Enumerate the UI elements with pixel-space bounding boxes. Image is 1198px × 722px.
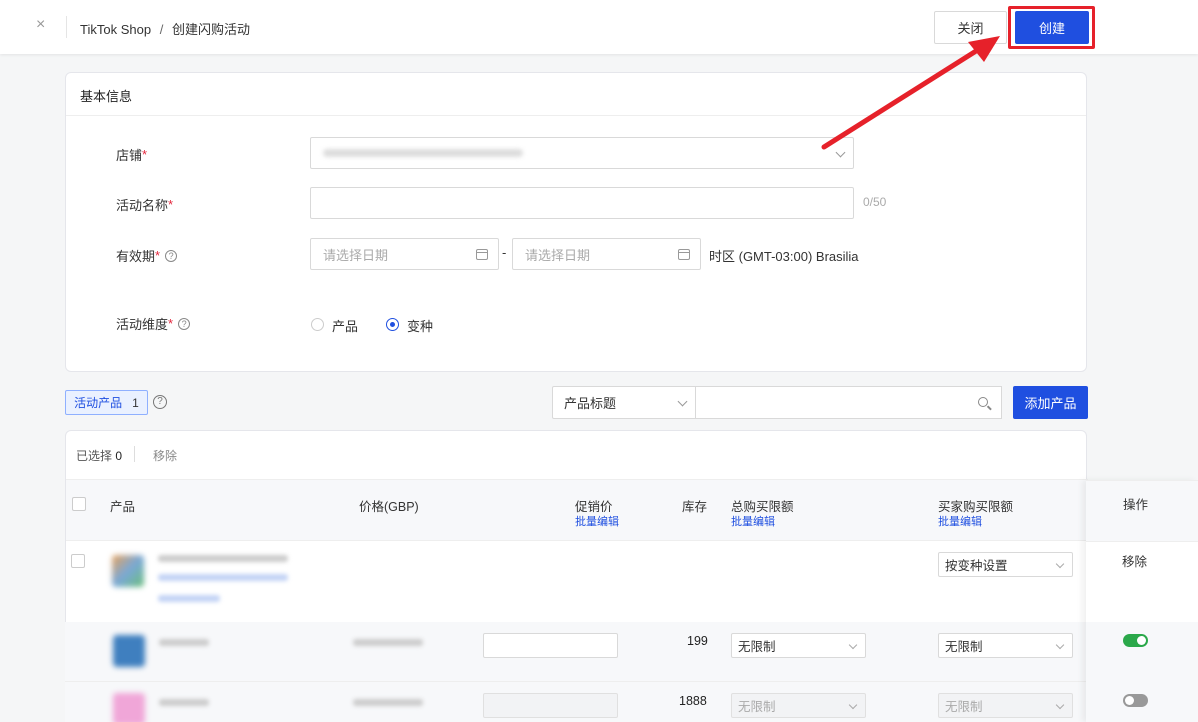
chevron-down-icon (848, 640, 858, 650)
radio-variant[interactable] (386, 318, 399, 331)
promo-price-input[interactable] (483, 633, 618, 658)
start-date-input[interactable]: 请选择日期 (310, 238, 499, 270)
chevron-down-icon (1055, 559, 1065, 569)
close-button[interactable]: 关闭 (934, 11, 1007, 44)
total-limit-select[interactable]: 无限制 (731, 633, 866, 658)
tab-active-products[interactable]: 活动产品 1 (65, 390, 148, 415)
end-date-input[interactable]: 请选择日期 (512, 238, 701, 270)
store-select[interactable] (310, 137, 854, 169)
ops-column: 操作 (1086, 480, 1198, 722)
breadcrumb: TikTok Shop / 创建闪购活动 (80, 19, 250, 38)
help-icon[interactable]: ? (153, 395, 167, 409)
activity-name-label: 活动名称 * (116, 197, 174, 213)
product-thumbnail-redacted (112, 555, 144, 587)
close-icon[interactable]: × (36, 17, 50, 33)
divider (134, 446, 135, 462)
row-checkbox[interactable] (71, 554, 85, 568)
buyer-limit-select[interactable]: 无限制 (938, 693, 1073, 718)
annotation-highlight-box (1008, 6, 1095, 49)
selected-count: 已选择 0 (76, 449, 123, 463)
variant-name-redacted (159, 639, 209, 646)
variant-price-redacted (353, 639, 423, 646)
divider (66, 16, 67, 38)
basic-info-card: 基本信息 店铺 * 活动名称 * 0/50 有效期 * ? 请选择日期 - 请选择日期… (65, 72, 1087, 372)
row-remove-button[interactable]: 移除 (1122, 551, 1147, 570)
name-char-counter: 0/50 (863, 195, 887, 209)
table-row: 199 无限制 无限制 (65, 622, 1087, 682)
chevron-down-icon (1055, 700, 1065, 710)
product-title-redacted (158, 555, 288, 562)
card-title: 基本信息 (80, 89, 133, 104)
activity-name-input[interactable] (310, 187, 854, 219)
chevron-down-icon (848, 700, 858, 710)
help-icon[interactable]: ? (165, 249, 178, 262)
select-all-checkbox[interactable] (72, 497, 86, 511)
promo-bulk-edit-link[interactable]: 批量编辑 (575, 513, 619, 529)
search-input[interactable] (696, 386, 1002, 419)
divider (66, 115, 1086, 116)
table-row: 1888 无限制 无限制 (65, 682, 1087, 722)
total-limit-bulk-edit-link[interactable]: 批量编辑 (731, 513, 775, 529)
chevron-down-icon (1055, 640, 1065, 650)
variant-price-redacted (353, 699, 423, 706)
stock-value: 199 (687, 634, 708, 648)
chevron-down-icon (835, 147, 846, 158)
variant-enable-toggle[interactable] (1123, 694, 1148, 707)
store-value-redacted (323, 149, 523, 157)
breadcrumb-separator: / (159, 22, 164, 37)
timezone-text: 时区 (GMT-03:00) Brasilia (709, 249, 859, 264)
help-icon[interactable]: ? (178, 317, 191, 330)
radio-product-label[interactable]: 产品 (332, 316, 358, 335)
variant-thumbnail-redacted (113, 693, 145, 722)
variant-enable-toggle[interactable] (1123, 634, 1148, 647)
buyer-limit-mode-select[interactable]: 按变种设置 (938, 552, 1073, 577)
date-separator: - (502, 245, 507, 260)
table-header: 产品 价格(GBP) 促销价 批量编辑 库存 总购买限额 批量编辑 买家购买限额… (66, 479, 1088, 541)
promo-price-input[interactable] (483, 693, 618, 718)
calendar-icon (678, 249, 690, 260)
product-link-redacted (158, 595, 220, 602)
validity-label: 有效期 * ? (116, 246, 178, 265)
breadcrumb-root[interactable]: TikTok Shop (80, 22, 151, 37)
col-ops: 操作 (1086, 480, 1198, 542)
product-id-redacted (158, 574, 288, 581)
search-icon[interactable] (978, 397, 988, 407)
buyer-limit-bulk-edit-link[interactable]: 批量编辑 (938, 513, 982, 529)
variant-thumbnail-redacted (113, 635, 145, 667)
col-stock: 库存 (682, 500, 708, 514)
radio-variant-label[interactable]: 变种 (407, 316, 433, 335)
total-limit-select[interactable]: 无限制 (731, 693, 866, 718)
chevron-down-icon (677, 396, 688, 407)
variant-name-redacted (159, 699, 209, 706)
bulk-remove-button[interactable]: 移除 (153, 447, 177, 464)
add-product-button[interactable]: 添加产品 (1013, 386, 1088, 419)
dimension-label: 活动维度 * ? (116, 314, 191, 333)
col-product: 产品 (110, 500, 136, 514)
breadcrumb-current: 创建闪购活动 (171, 22, 250, 37)
col-price: 价格(GBP) (359, 500, 419, 514)
stock-value: 1888 (679, 694, 707, 708)
radio-product[interactable] (311, 318, 324, 331)
buyer-limit-select[interactable]: 无限制 (938, 633, 1073, 658)
filter-field-select[interactable]: 产品标题 (552, 386, 696, 419)
calendar-icon (476, 249, 488, 260)
store-label: 店铺 * (116, 147, 148, 163)
